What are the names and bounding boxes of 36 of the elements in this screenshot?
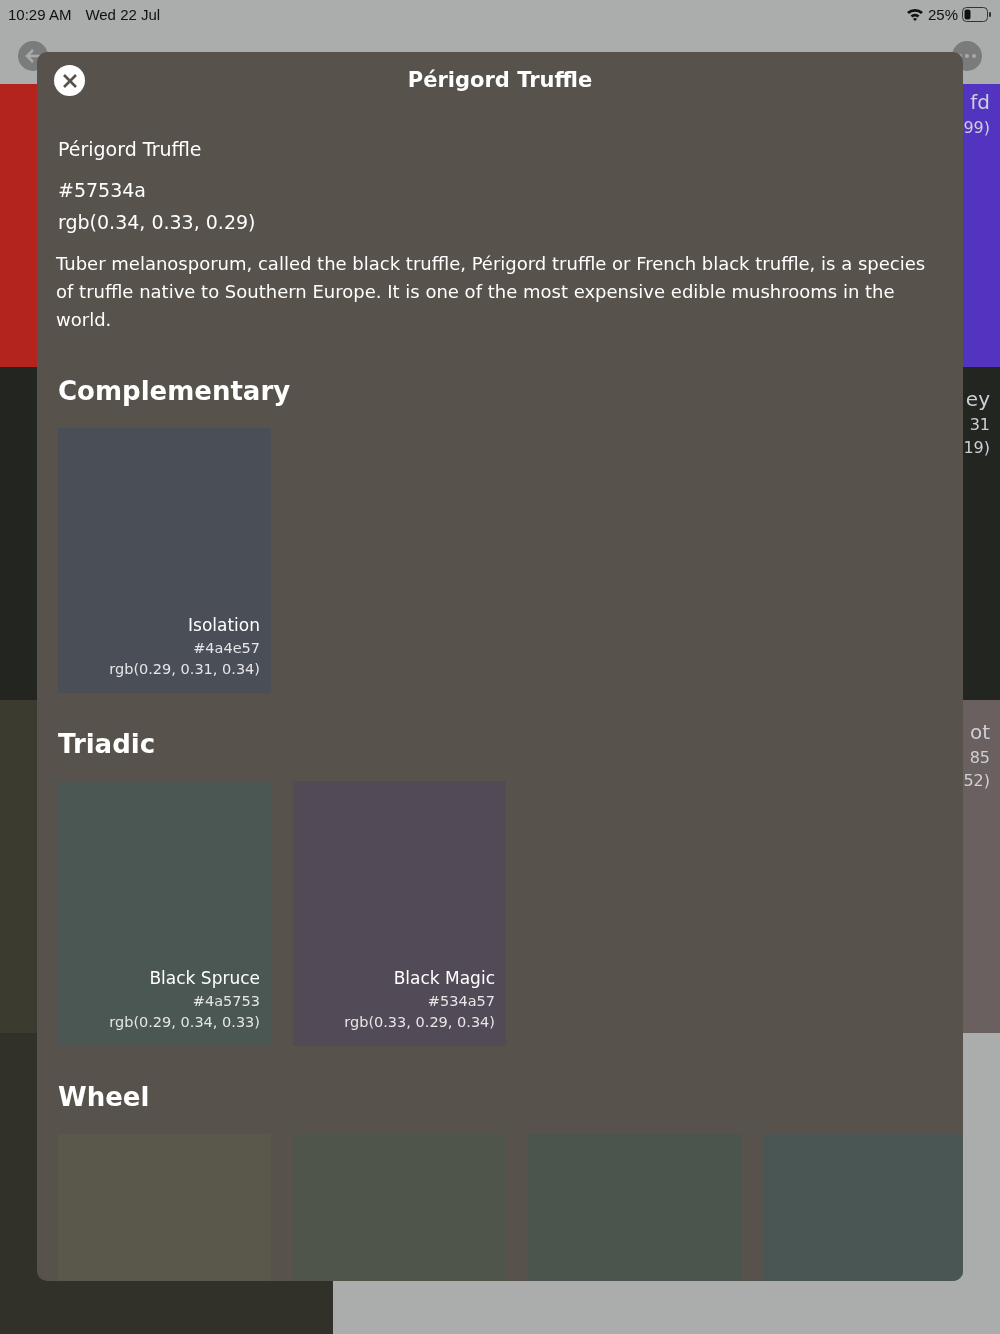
- swatch-rgb: rgb(0.33, 0.29, 0.34): [344, 1014, 495, 1030]
- colour-name: Périgord Truffle: [58, 138, 203, 160]
- section-heading: Triadic: [58, 729, 157, 759]
- rgb-value: rgb(0.34, 0.33, 0.29): [58, 210, 257, 235]
- swatch-rgb: rgb(0.29, 0.31, 0.34): [109, 661, 260, 677]
- sheet-title: Périgord Truffle: [407, 68, 593, 92]
- colour-swatch[interactable]: Isolation #4a4e57 rgb(0.29, 0.31, 0.34): [58, 428, 271, 693]
- tile-text: 99): [963, 118, 990, 137]
- swatch-name: Isolation: [188, 615, 260, 635]
- swatch-hex: #534a57: [427, 993, 495, 1009]
- description: Tuber melanosporum, called the black truffle, Périgord truffle or French black truffle, is a species of truffle native to Southern Europe. It is one of the most expensive edible mushrooms in the world.: [56, 252, 927, 332]
- status-time: 10:29 AM: [8, 5, 72, 23]
- tile-text: 19): [963, 438, 990, 457]
- tile-text: 31: [969, 415, 990, 434]
- swatch-hex: #4a5753: [192, 993, 260, 1009]
- close-icon: [61, 72, 78, 89]
- tile-text: ey: [965, 387, 990, 411]
- swatch-name: Black Magic: [393, 968, 495, 988]
- status-date: Wed 22 Jul: [85, 5, 161, 23]
- tile-text: 52): [963, 771, 990, 790]
- swatch-name: Black Spruce: [149, 968, 260, 988]
- close-button[interactable]: [54, 65, 85, 96]
- colour-swatch[interactable]: Black Spruce #4a5753 rgb(0.29, 0.34, 0.33): [58, 781, 271, 1046]
- wifi-icon: [905, 7, 924, 21]
- tile-text: fd: [970, 90, 990, 114]
- back-arrow-icon: [24, 47, 42, 65]
- colour-swatch[interactable]: Black Magic #534a57 rgb(0.33, 0.29, 0.34): [293, 781, 506, 1046]
- hex-value: #57534a: [58, 178, 147, 203]
- tile-text: 85: [969, 748, 990, 767]
- tile-text: ot: [969, 720, 990, 744]
- battery-icon: [962, 6, 992, 22]
- swatch-hex: #4a4e57: [193, 640, 260, 656]
- battery-percent: 25%: [927, 5, 958, 23]
- section-heading: Wheel: [58, 1082, 151, 1112]
- section-heading: Complementary: [58, 376, 292, 406]
- swatch-rgb: rgb(0.29, 0.34, 0.33): [109, 1014, 260, 1030]
